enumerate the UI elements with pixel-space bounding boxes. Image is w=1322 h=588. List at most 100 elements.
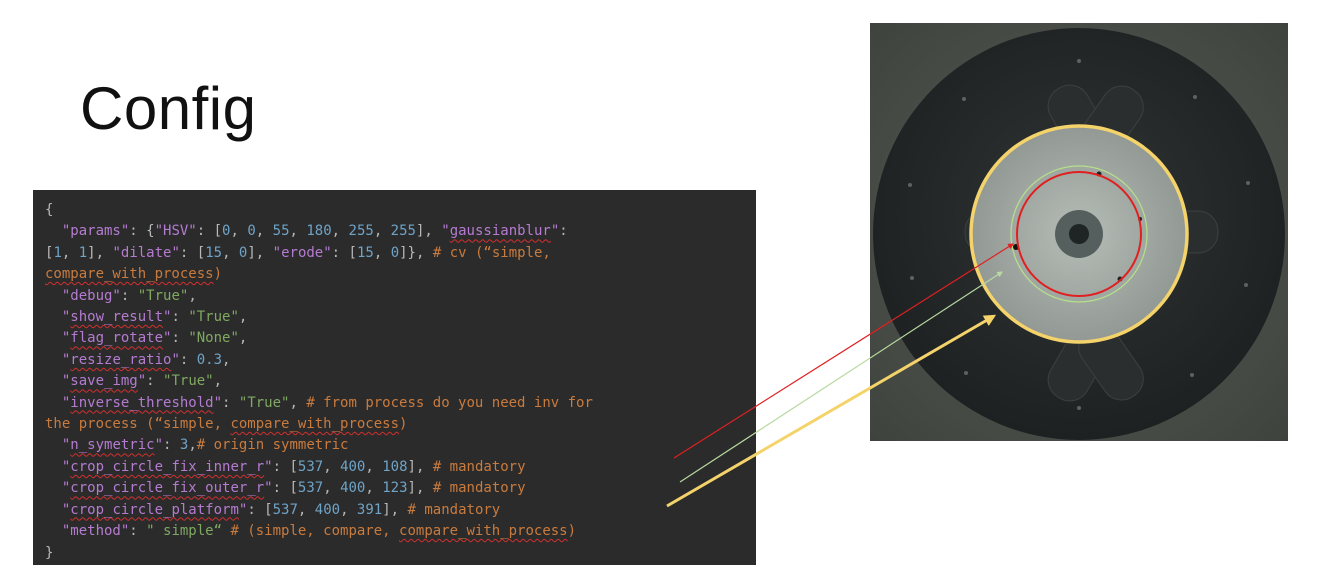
code-token: , bbox=[365, 480, 383, 497]
code-token: "True" bbox=[163, 373, 214, 390]
code-token: the process (“simple, bbox=[45, 416, 231, 433]
config-code-block: { "params": {"HSV": [0, 0, 55, 180, 255,… bbox=[33, 190, 756, 565]
code-line: [1, 1], "dilate": [15, 0], "erode": [15,… bbox=[45, 243, 593, 264]
code-token: 391 bbox=[356, 501, 383, 518]
code-token: ], bbox=[87, 244, 113, 261]
code-token: " simple“ bbox=[146, 523, 223, 540]
code-line: "crop_circle_platform": [537, 400, 391],… bbox=[45, 500, 593, 521]
code-token: : bbox=[222, 394, 239, 411]
code-token: 0.3 bbox=[196, 351, 223, 368]
code-token: 1 bbox=[78, 244, 88, 261]
code-token: "method" bbox=[61, 523, 130, 540]
code-token: , bbox=[222, 244, 239, 261]
page-title: Config bbox=[80, 75, 257, 142]
code-line: "crop_circle_fix_outer_r": [537, 400, 12… bbox=[45, 478, 593, 499]
code-token: 1 bbox=[53, 244, 62, 261]
code-line: compare_with_process) bbox=[45, 264, 593, 285]
code-line: "debug": "True", bbox=[45, 286, 593, 307]
code-token: ) bbox=[567, 523, 577, 540]
code-line: } bbox=[45, 543, 593, 564]
code-line: "params": {"HSV": [0, 0, 55, 180, 255, 2… bbox=[45, 221, 593, 242]
code-line: "resize_ratio": 0.3, bbox=[45, 350, 593, 371]
code-token: 255 bbox=[390, 223, 416, 240]
code-token: : [ bbox=[247, 501, 273, 518]
code-token: : { bbox=[129, 223, 155, 240]
code-line: "save_img": "True", bbox=[45, 371, 593, 392]
code-token: 55 bbox=[272, 223, 290, 240]
code-token: , bbox=[289, 394, 307, 411]
code-token: 0 bbox=[247, 223, 256, 240]
code-token: : bbox=[171, 309, 189, 326]
code-token: ]}, bbox=[399, 244, 433, 261]
code-token: "erode" bbox=[272, 244, 332, 261]
code-token: : bbox=[559, 223, 568, 240]
code-token: "params" bbox=[61, 223, 130, 240]
code-token: , bbox=[373, 244, 391, 261]
code-token: : [ bbox=[196, 223, 223, 240]
code-token: crop_circle_fix_outer_r bbox=[70, 480, 265, 497]
code-token: : [ bbox=[179, 244, 206, 261]
code-token: # origin symmetric bbox=[196, 437, 349, 454]
code-token: # (simple, compare, bbox=[222, 523, 400, 540]
code-token: " bbox=[264, 480, 273, 497]
code-token: : bbox=[179, 351, 197, 368]
code-token: compare_with_process bbox=[45, 266, 214, 283]
code-line: "n_symetric": 3,# origin symmetric bbox=[45, 435, 593, 456]
code-token: , bbox=[331, 223, 349, 240]
code-token: crop_circle_fix_inner_r bbox=[70, 458, 265, 475]
code-token: 15 bbox=[356, 244, 374, 261]
code-token: ) bbox=[399, 416, 408, 433]
code-token: " bbox=[137, 373, 147, 390]
code-token: # mandatory bbox=[432, 480, 526, 497]
code-token: " bbox=[171, 351, 180, 368]
code-token: " bbox=[213, 394, 223, 411]
code-token: ], bbox=[382, 501, 408, 518]
code-token: 400 bbox=[340, 458, 366, 475]
code-line: "show_result": "True", bbox=[45, 307, 593, 328]
code-token: , bbox=[222, 351, 231, 368]
code-line: the process (“simple, compare_with_proce… bbox=[45, 414, 593, 435]
code-token: , bbox=[323, 480, 341, 497]
code-token: "HSV" bbox=[154, 223, 197, 240]
config-code-text: { "params": {"HSV": [0, 0, 55, 180, 255,… bbox=[45, 200, 593, 564]
code-token: compare_with_process bbox=[399, 523, 568, 540]
code-line: "method": " simple“ # (simple, compare, … bbox=[45, 521, 593, 542]
code-token: : bbox=[171, 330, 189, 347]
code-token: compare_with_process bbox=[230, 416, 400, 433]
code-token: 123 bbox=[382, 480, 408, 497]
code-token: 0 bbox=[390, 244, 400, 261]
code-token: , bbox=[213, 373, 223, 390]
code-token: , bbox=[373, 223, 391, 240]
code-token: , bbox=[365, 458, 383, 475]
code-token: 537 bbox=[272, 501, 298, 518]
code-token: , bbox=[230, 223, 248, 240]
code-token: 400 bbox=[340, 480, 366, 497]
code-token: gaussianblur bbox=[449, 223, 551, 240]
code-token: "True" bbox=[238, 394, 290, 411]
code-token: 255 bbox=[348, 223, 374, 240]
code-token: , bbox=[255, 223, 273, 240]
code-token: "dilate" bbox=[112, 244, 180, 261]
code-token: , bbox=[323, 458, 341, 475]
code-token: 537 bbox=[297, 480, 324, 497]
code-token: , bbox=[61, 244, 79, 261]
code-token: ) bbox=[213, 266, 223, 283]
code-token: "True" bbox=[137, 287, 189, 304]
code-token: , bbox=[188, 437, 197, 454]
code-token: : bbox=[146, 373, 164, 390]
code-token: ], bbox=[407, 480, 433, 497]
code-token: "debug" bbox=[61, 287, 121, 304]
code-token: 15 bbox=[205, 244, 223, 261]
code-token: # from process do you need inv for bbox=[306, 394, 593, 411]
code-token: # cv (“simple, bbox=[432, 244, 551, 261]
